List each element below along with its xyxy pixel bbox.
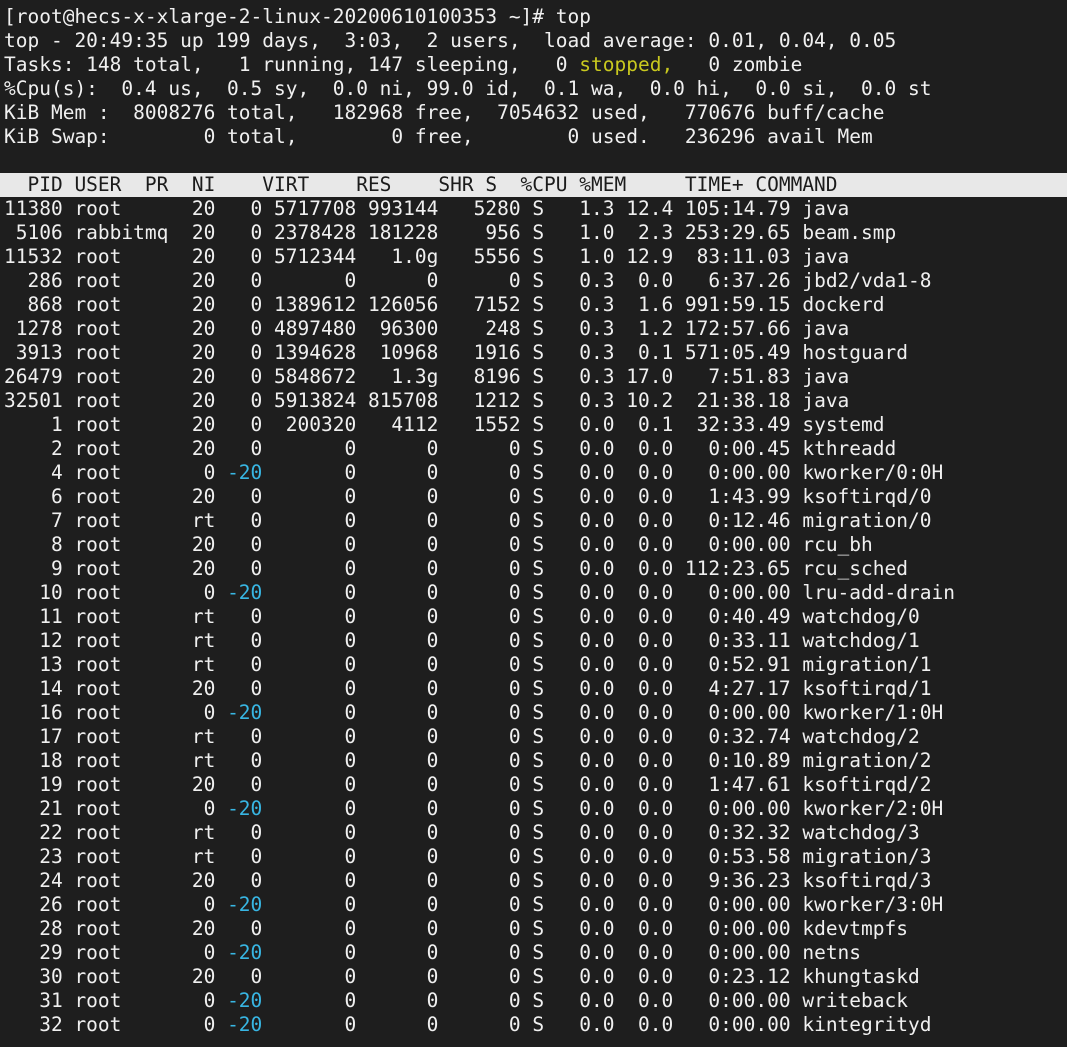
process-row: 24 root 20 0 0 0 0 S 0.0 0.0 9:36.23 kso… [0,869,1067,893]
nice-value: 0 [227,269,262,292]
process-row: 18 root rt 0 0 0 0 S 0.0 0.0 0:10.89 mig… [0,749,1067,773]
process-row: 32501 root 20 0 5913824 815708 1212 S 0.… [0,389,1067,413]
swap-line: KiB Swap: 0 total, 0 free, 0 used. 23629… [0,125,1067,149]
nice-value: 0 [227,485,262,508]
top-summary: [root@hecs-x-xlarge-2-linux-202006101003… [0,5,1067,173]
process-row: 14 root 20 0 0 0 0 S 0.0 0.0 4:27.17 kso… [0,677,1067,701]
uptime-line: top - 20:49:35 up 199 days, 3:03, 2 user… [0,29,1067,53]
process-row: 8 root 20 0 0 0 0 S 0.0 0.0 0:00.00 rcu_… [0,533,1067,557]
nice-value: 0 [227,749,262,772]
uptime-line-text: top - 20:49:35 up 199 days, 3:03, 2 user… [4,29,896,52]
nice-value: 0 [227,245,262,268]
cpu-line: %Cpu(s): 0.4 us, 0.5 sy, 0.0 ni, 99.0 id… [0,77,1067,101]
tasks-line: Tasks: 148 total, 1 running, 147 sleepin… [0,53,1067,77]
process-row: 17 root rt 0 0 0 0 S 0.0 0.0 0:32.74 wat… [0,725,1067,749]
process-row: 7 root rt 0 0 0 0 S 0.0 0.0 0:12.46 migr… [0,509,1067,533]
cpu-line-text: %Cpu(s): 0.4 us, 0.5 sy, 0.0 ni, 99.0 id… [4,77,931,100]
mem-line-text: KiB Mem : 8008276 total, 182968 free, 70… [4,101,885,124]
nice-value: -20 [227,461,262,484]
tasks-line-text: stopped, [579,53,673,76]
process-row: 1278 root 20 0 4897480 96300 248 S 0.3 1… [0,317,1067,341]
process-row: 4 root 0 -20 0 0 0 S 0.0 0.0 0:00.00 kwo… [0,461,1067,485]
nice-value: 0 [227,845,262,868]
process-row: 29 root 0 -20 0 0 0 S 0.0 0.0 0:00.00 ne… [0,941,1067,965]
process-row: 22 root rt 0 0 0 0 S 0.0 0.0 0:32.32 wat… [0,821,1067,845]
process-row: 6 root 20 0 0 0 0 S 0.0 0.0 1:43.99 ksof… [0,485,1067,509]
nice-value: -20 [227,893,262,916]
process-row: 9 root 20 0 0 0 0 S 0.0 0.0 112:23.65 rc… [0,557,1067,581]
process-row: 11380 root 20 0 5717708 993144 5280 S 1.… [0,197,1067,221]
process-table-header: PID USER PR NI VIRT RES SHR S %CPU %MEM … [0,173,1067,197]
nice-value: 0 [227,221,262,244]
swap-line-text: KiB Swap: 0 total, 0 free, 0 used. 23629… [4,125,873,148]
blank-line [0,149,1067,173]
process-row: 5106 rabbitmq 20 0 2378428 181228 956 S … [0,221,1067,245]
nice-value: 0 [227,821,262,844]
nice-value: -20 [227,1013,262,1036]
tasks-line-text: Tasks: 148 total, 1 running, 147 sleepin… [4,53,579,76]
mem-line: KiB Mem : 8008276 total, 182968 free, 70… [0,101,1067,125]
nice-value: 0 [227,197,262,220]
process-row: 11 root rt 0 0 0 0 S 0.0 0.0 0:40.49 wat… [0,605,1067,629]
process-row: 12 root rt 0 0 0 0 S 0.0 0.0 0:33.11 wat… [0,629,1067,653]
prompt-line: [root@hecs-x-xlarge-2-linux-202006101003… [0,5,1067,29]
nice-value: -20 [227,797,262,820]
nice-value: 0 [227,773,262,796]
nice-value: 0 [227,533,262,556]
process-row: 13 root rt 0 0 0 0 S 0.0 0.0 0:52.91 mig… [0,653,1067,677]
nice-value: 0 [227,653,262,676]
process-row: 26 root 0 -20 0 0 0 S 0.0 0.0 0:00.00 kw… [0,893,1067,917]
process-table: 11380 root 20 0 5717708 993144 5280 S 1.… [0,197,1067,1037]
process-row: 26479 root 20 0 5848672 1.3g 8196 S 0.3 … [0,365,1067,389]
process-row: 286 root 20 0 0 0 0 S 0.3 0.0 6:37.26 jb… [0,269,1067,293]
nice-value: 0 [227,509,262,532]
process-row: 19 root 20 0 0 0 0 S 0.0 0.0 1:47.61 kso… [0,773,1067,797]
process-row: 868 root 20 0 1389612 126056 7152 S 0.3 … [0,293,1067,317]
nice-value: 0 [227,389,262,412]
process-row: 31 root 0 -20 0 0 0 S 0.0 0.0 0:00.00 wr… [0,989,1067,1013]
prompt-line-text: [root@hecs-x-xlarge-2-linux-202006101003… [4,5,591,28]
process-row: 23 root rt 0 0 0 0 S 0.0 0.0 0:53.58 mig… [0,845,1067,869]
process-row: 1 root 20 0 200320 4112 1552 S 0.0 0.1 3… [0,413,1067,437]
process-row: 3913 root 20 0 1394628 10968 1916 S 0.3 … [0,341,1067,365]
nice-value: 0 [227,869,262,892]
nice-value: -20 [227,989,262,1012]
process-row: 2 root 20 0 0 0 0 S 0.0 0.0 0:00.45 kthr… [0,437,1067,461]
nice-value: 0 [227,341,262,364]
nice-value: 0 [227,293,262,316]
nice-value: 0 [227,725,262,748]
nice-value: 0 [227,605,262,628]
nice-value: -20 [227,701,262,724]
nice-value: 0 [227,365,262,388]
nice-value: 0 [227,557,262,580]
nice-value: 0 [227,437,262,460]
process-row: 30 root 20 0 0 0 0 S 0.0 0.0 0:23.12 khu… [0,965,1067,989]
terminal-window[interactable]: [root@hecs-x-xlarge-2-linux-202006101003… [0,0,1067,1047]
process-row: 28 root 20 0 0 0 0 S 0.0 0.0 0:00.00 kde… [0,917,1067,941]
process-row: 16 root 0 -20 0 0 0 S 0.0 0.0 0:00.00 kw… [0,701,1067,725]
process-row: 10 root 0 -20 0 0 0 S 0.0 0.0 0:00.00 lr… [0,581,1067,605]
process-row: 32 root 0 -20 0 0 0 S 0.0 0.0 0:00.00 ki… [0,1013,1067,1037]
process-row: 21 root 0 -20 0 0 0 S 0.0 0.0 0:00.00 kw… [0,797,1067,821]
nice-value: 0 [227,965,262,988]
nice-value: 0 [227,677,262,700]
nice-value: 0 [227,629,262,652]
process-row: 11532 root 20 0 5712344 1.0g 5556 S 1.0 … [0,245,1067,269]
tasks-line-text: 0 zombie [673,53,802,76]
nice-value: 0 [227,413,262,436]
nice-value: 0 [227,317,262,340]
nice-value: -20 [227,941,262,964]
nice-value: -20 [227,581,262,604]
nice-value: 0 [227,917,262,940]
